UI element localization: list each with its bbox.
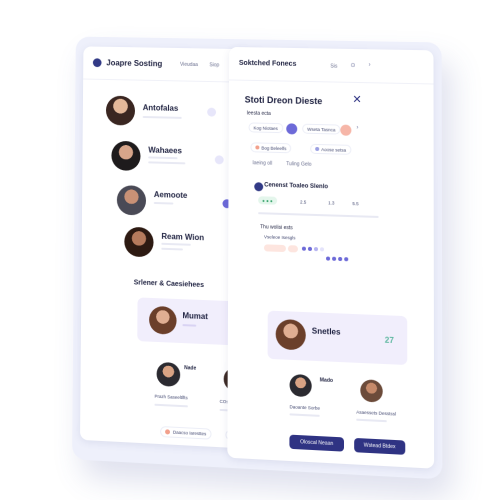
option-chip[interactable]: Aoose setsa <box>310 144 351 155</box>
featured-name: Mumat <box>182 311 207 321</box>
primary-button[interactable]: Oloscal Neaan <box>289 435 344 452</box>
app-canvas: Joapre Sosting Vieudaa Siop Antofalas Wa… <box>0 0 500 500</box>
featured-count: 27 <box>385 336 394 346</box>
progress-pill <box>264 244 286 252</box>
close-icon[interactable]: ✕ <box>352 93 361 106</box>
avatar <box>124 227 153 258</box>
modal-title: Stoti Dreon Dieste <box>245 95 323 107</box>
detail-panel: Soktched Fonecs Sis ⊙ › Stoti Dreon Dies… <box>227 47 434 469</box>
section-icon <box>254 182 263 191</box>
contact-subline <box>154 202 174 205</box>
action-button-1-label: Daacso Iaresttes <box>173 430 206 437</box>
device-frame: Joapre Sosting Vieudaa Siop Antofalas Wa… <box>72 37 442 480</box>
section-title: Srlener & Caesiehees <box>134 279 204 289</box>
toggle-icon[interactable] <box>286 123 297 134</box>
option-chip-label: Kog Niotaes <box>253 125 277 131</box>
contact-subline <box>143 116 182 119</box>
option-chip-label: Wseta Tasnca <box>307 126 335 132</box>
contact-subline <box>161 248 183 251</box>
chevron-right-icon[interactable]: › <box>356 125 358 131</box>
avatar <box>276 319 306 350</box>
detail-header: Soktched Fonecs Sis ⊙ › <box>229 47 434 85</box>
secondary-button[interactable]: Wstead Btdex <box>354 438 405 455</box>
option-chip[interactable]: Wseta Tasnca <box>302 124 340 135</box>
option-chip-label: Bog Beleelfs <box>261 145 286 151</box>
detail-title: Soktched Fonecs <box>239 60 296 68</box>
divider <box>258 212 379 218</box>
dot-icon <box>255 145 259 149</box>
tab-sis[interactable]: Sis <box>330 64 337 70</box>
featured-card[interactable]: Snetles 27 <box>268 311 408 365</box>
person-subline <box>154 404 187 408</box>
option-chip[interactable]: Bog Beleelfs <box>250 142 291 153</box>
action-button-1[interactable]: Daacso Iaresttes <box>160 426 211 440</box>
option-chip-label: Aoose setsa <box>321 147 346 153</box>
person-role: Prazh Saseeltlfts <box>154 394 187 401</box>
progress-dots <box>302 247 324 252</box>
app-logo-icon <box>93 58 102 67</box>
tab-view[interactable]: Vieudaa <box>180 62 198 68</box>
toggle-icon[interactable] <box>340 125 351 136</box>
avatar <box>117 185 146 215</box>
subhead: Thu wolisi ests <box>260 224 293 231</box>
avatar <box>149 306 177 335</box>
stat-value: 5.5 <box>352 201 358 206</box>
dot-icon <box>165 429 170 434</box>
person-name: Nade <box>184 365 196 372</box>
contact-name: Aemoote <box>154 190 188 200</box>
progress-pill <box>288 245 298 252</box>
message-icon[interactable] <box>215 155 224 164</box>
panel-title: Joapre Sosting <box>106 58 162 68</box>
contact-subline <box>161 243 190 246</box>
avatar <box>111 141 140 171</box>
section-title: Cenenst Toaleo Slenlo <box>264 182 328 190</box>
dot-icon <box>315 147 319 151</box>
person-role: Asaessets Desstssl <box>356 410 396 417</box>
contact-subline <box>148 156 177 159</box>
chevron-right-icon[interactable]: › <box>369 62 371 68</box>
stat-value: 1.3 <box>328 200 334 205</box>
label-left: Iaeing oll <box>252 160 272 167</box>
avatar <box>360 379 382 402</box>
avatar <box>157 362 181 387</box>
person-role: Daoante Sorbe <box>290 404 321 411</box>
person-subline <box>356 419 387 423</box>
stat-value: 2.5 <box>300 199 306 204</box>
featured-subline <box>182 324 196 327</box>
option-chip[interactable]: Kog Niotaes <box>249 122 283 133</box>
avatar <box>290 374 312 397</box>
modal-subtitle: Ieesta ecta <box>247 110 271 117</box>
progress-dots <box>326 256 348 261</box>
tab-stop[interactable]: Siop <box>209 62 219 68</box>
message-icon[interactable] <box>207 108 216 117</box>
subitem: Vseleoe Isesgls <box>264 234 295 240</box>
user-icon[interactable]: ⊙ <box>350 62 355 69</box>
contact-name: Antofalas <box>143 103 179 113</box>
person-subline <box>289 413 319 417</box>
contact-name: Wahaees <box>148 146 182 156</box>
avatar <box>106 96 135 126</box>
person-name: Mado <box>320 377 333 384</box>
contact-subline <box>148 161 185 164</box>
contact-name: Ream Wion <box>161 232 204 242</box>
status-badge: ● ● ● <box>258 196 277 205</box>
label-right: Tuling Gelo <box>286 161 311 168</box>
featured-name: Snetles <box>312 326 341 336</box>
